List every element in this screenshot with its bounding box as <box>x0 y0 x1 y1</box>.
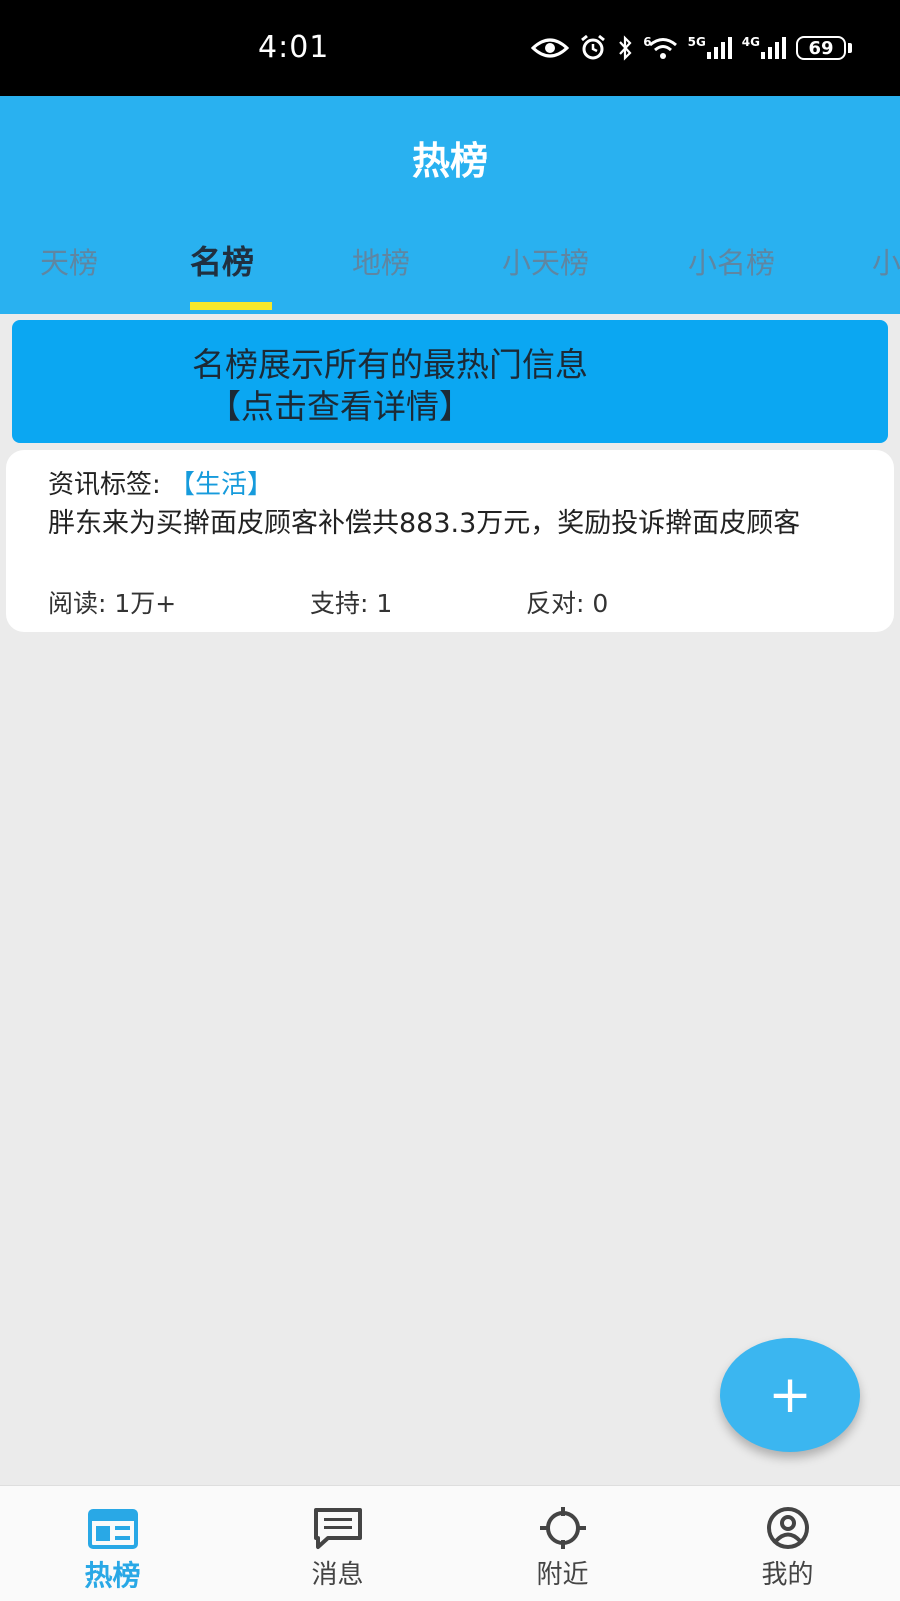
nav-label-hot: 热榜 <box>84 1559 141 1592</box>
alarm-icon <box>579 34 607 62</box>
nav-label-messages: 消息 <box>311 1560 364 1590</box>
banner-link-text: 【点击查看详情】 <box>208 387 472 426</box>
tab-dibang[interactable]: 地榜 <box>352 240 410 282</box>
nav-item-nearby[interactable]: 附近 <box>450 1486 675 1601</box>
bottom-nav: 热榜 消息 附近 我的 <box>0 1485 900 1601</box>
news-card[interactable]: 资讯标签: 【生活】 胖东来为买擀面皮顾客补偿共883.3万元，奖励投诉擀面皮顾… <box>6 450 894 632</box>
oppose-label: 反对: <box>526 589 593 618</box>
nav-item-messages[interactable]: 消息 <box>225 1486 450 1601</box>
add-button[interactable]: + <box>720 1338 860 1452</box>
eye-icon <box>531 36 570 60</box>
signal-5g-icon: 5G <box>688 36 732 60</box>
signal-4g-icon: 4G <box>742 36 786 60</box>
page-title: 热榜 <box>411 139 488 183</box>
news-tag-value: 【生活】 <box>169 470 274 500</box>
support-value: 1 <box>376 589 393 618</box>
news-tag-row: 资讯标签: 【生活】 <box>48 464 273 501</box>
nav-item-profile[interactable]: 我的 <box>675 1486 900 1601</box>
nav-label-profile: 我的 <box>761 1560 814 1590</box>
support-label: 支持: <box>310 589 377 618</box>
nav-item-hot[interactable]: 热榜 <box>0 1486 225 1601</box>
battery-icon: 69 <box>796 36 852 60</box>
status-time: 4:01 <box>258 30 330 65</box>
bluetooth-icon <box>617 35 633 61</box>
banner-text: 名榜展示所有的最热门信息 <box>192 345 588 384</box>
read-label: 阅读: <box>48 589 115 618</box>
news-support-count: 支持: 1 <box>310 584 392 620</box>
read-value: 1万+ <box>114 589 177 618</box>
app-header: 热榜 天榜 名榜 地榜 小天榜 小名榜 小 <box>0 96 900 314</box>
tab-tianbang[interactable]: 天榜 <box>40 240 98 282</box>
battery-level: 69 <box>796 36 846 60</box>
tab-xiaotianbang[interactable]: 小天榜 <box>502 240 589 282</box>
news-oppose-count: 反对: 0 <box>526 584 608 620</box>
tab-bar: 天榜 名榜 地榜 小天榜 小名榜 小 <box>0 232 900 314</box>
tab-mingbang[interactable]: 名榜 <box>190 237 254 283</box>
tab-more[interactable]: 小 <box>872 240 900 282</box>
oppose-value: 0 <box>592 589 609 618</box>
network-5g-label: 5G <box>687 35 706 49</box>
tab-indicator <box>190 302 272 310</box>
wifi-icon: 6 <box>643 36 677 60</box>
tab-xiaomingbang[interactable]: 小名榜 <box>688 240 775 282</box>
user-icon <box>766 1507 809 1549</box>
news-read-count: 阅读: 1万+ <box>48 584 176 620</box>
status-bar: 4:01 6 5G 4G 69 <box>0 0 900 96</box>
network-4g-label: 4G <box>741 35 760 49</box>
info-banner[interactable]: 名榜展示所有的最热门信息 【点击查看详情】 <box>12 320 888 443</box>
news-title: 胖东来为买擀面皮顾客补偿共883.3万元，奖励投诉擀面皮顾客 <box>48 508 801 539</box>
newspaper-icon <box>87 1509 138 1549</box>
message-icon <box>313 1508 362 1549</box>
nav-label-nearby: 附近 <box>536 1560 589 1590</box>
status-icons: 6 5G 4G 69 <box>531 34 852 62</box>
news-tag-label: 资讯标签: <box>48 470 161 500</box>
crosshair-icon <box>539 1507 586 1549</box>
